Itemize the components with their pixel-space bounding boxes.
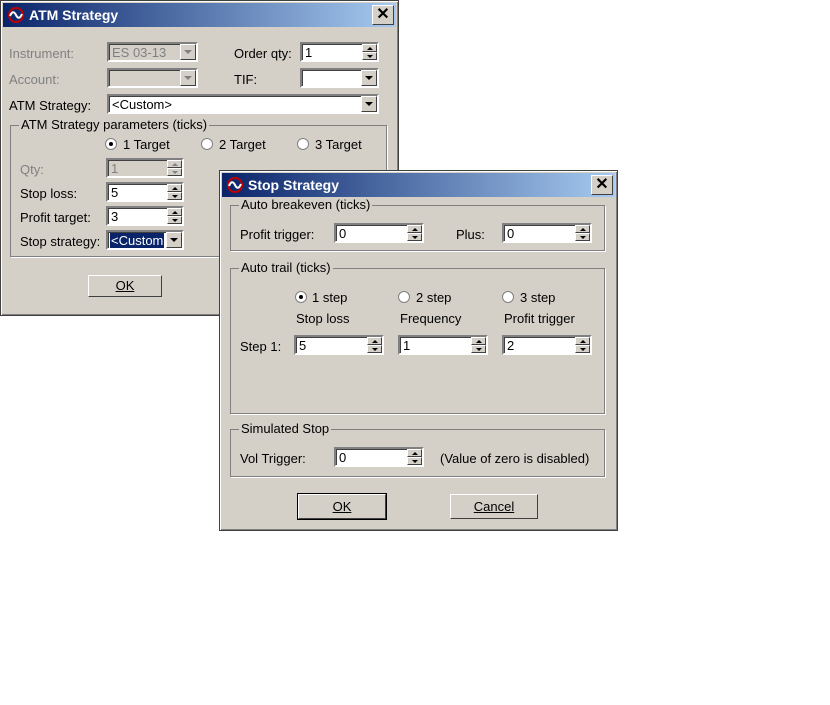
plus-value: 0 bbox=[507, 226, 515, 241]
step-3-radio[interactable] bbox=[502, 291, 514, 303]
stop-strategy-value: <Custom bbox=[110, 233, 165, 248]
atm-ok-label: OK bbox=[115, 278, 135, 293]
spin-arrows-icon[interactable] bbox=[167, 160, 182, 176]
vol-trigger-note: (Value of zero is disabled) bbox=[440, 451, 590, 466]
instrument-value: ES 03-13 bbox=[112, 45, 167, 60]
step-2-radio[interactable] bbox=[398, 291, 410, 303]
qty-stepper[interactable]: 1 bbox=[106, 158, 184, 178]
atm-ok-button[interactable]: OK bbox=[88, 275, 162, 297]
atm-strategy-value: <Custom> bbox=[112, 97, 172, 112]
step-3-option-label[interactable]: 3 step bbox=[520, 290, 555, 305]
atm-window-title: ATM Strategy bbox=[29, 7, 119, 23]
target-2-radio[interactable] bbox=[201, 138, 213, 150]
stop-ok-label: OK bbox=[332, 499, 352, 514]
step1-profit-trigger-value: 2 bbox=[507, 338, 515, 353]
target-1-label[interactable]: 1 Target bbox=[123, 137, 170, 152]
target-1-radio[interactable] bbox=[105, 138, 117, 150]
vol-trigger-label: Vol Trigger: bbox=[240, 451, 306, 466]
stop-loss-label: Stop loss: bbox=[20, 186, 78, 201]
spin-arrows-icon[interactable] bbox=[407, 449, 422, 465]
step1-frequency-stepper[interactable]: 1 bbox=[398, 335, 488, 355]
step1-stop-loss-stepper[interactable]: 5 bbox=[294, 335, 384, 355]
close-icon[interactable]: ✕ bbox=[591, 175, 613, 195]
spin-arrows-icon[interactable] bbox=[167, 208, 182, 224]
stop-ok-button[interactable]: OK bbox=[297, 493, 387, 520]
step-2-option-label[interactable]: 2 step bbox=[416, 290, 451, 305]
app-logo-icon bbox=[227, 177, 243, 193]
profit-trigger-stepper[interactable]: 0 bbox=[334, 223, 424, 243]
app-logo-icon bbox=[8, 7, 24, 23]
stop-title-bar[interactable]: Stop Strategy ✕ bbox=[222, 173, 615, 197]
account-label: Account: bbox=[9, 72, 60, 87]
spin-arrows-icon[interactable] bbox=[575, 337, 590, 353]
profit-target-label: Profit target: bbox=[20, 210, 91, 225]
stop-window-title: Stop Strategy bbox=[248, 177, 340, 193]
profit-trigger-label: Profit trigger: bbox=[240, 227, 315, 242]
chevron-down-icon[interactable] bbox=[361, 96, 377, 112]
stop-strategy-label: Stop strategy: bbox=[20, 234, 101, 249]
order-qty-stepper[interactable]: 1 bbox=[300, 42, 379, 62]
spin-arrows-icon[interactable] bbox=[471, 337, 486, 353]
profit-target-value: 3 bbox=[111, 209, 119, 224]
step-1-radio[interactable] bbox=[295, 291, 307, 303]
account-select[interactable] bbox=[107, 68, 198, 88]
stop-loss-stepper[interactable]: 5 bbox=[106, 182, 184, 202]
atm-title-bar[interactable]: ATM Strategy ✕ bbox=[3, 3, 396, 27]
order-qty-label: Order qty: bbox=[234, 46, 292, 61]
simulated-stop-title: Simulated Stop bbox=[239, 421, 332, 436]
profit-target-stepper[interactable]: 3 bbox=[106, 206, 184, 226]
stop-strategy-select[interactable]: <Custom bbox=[106, 230, 184, 250]
vol-trigger-value: 0 bbox=[339, 450, 347, 465]
target-2-label[interactable]: 2 Target bbox=[219, 137, 266, 152]
spin-arrows-icon[interactable] bbox=[407, 225, 422, 241]
qty-value: 1 bbox=[111, 161, 119, 176]
target-3-label[interactable]: 3 Target bbox=[315, 137, 362, 152]
chevron-down-icon[interactable] bbox=[361, 70, 377, 86]
instrument-label: Instrument: bbox=[9, 46, 75, 61]
chevron-down-icon[interactable] bbox=[180, 70, 196, 86]
chevron-down-icon[interactable] bbox=[180, 44, 196, 60]
vol-trigger-stepper[interactable]: 0 bbox=[334, 447, 424, 467]
atm-params-title: ATM Strategy parameters (ticks) bbox=[19, 117, 210, 132]
spin-arrows-icon[interactable] bbox=[362, 44, 377, 60]
step1-profit-trigger-stepper[interactable]: 2 bbox=[502, 335, 592, 355]
stop-cancel-label: Cancel bbox=[473, 499, 515, 514]
breakeven-title: Auto breakeven (ticks) bbox=[239, 197, 373, 212]
close-icon[interactable]: ✕ bbox=[372, 5, 394, 25]
stop-loss-value: 5 bbox=[111, 185, 119, 200]
stop-cancel-button[interactable]: Cancel bbox=[450, 494, 538, 519]
spin-arrows-icon[interactable] bbox=[575, 225, 590, 241]
stop-strategy-window: Stop Strategy ✕ Auto breakeven (ticks) P… bbox=[219, 170, 618, 531]
instrument-select[interactable]: ES 03-13 bbox=[107, 42, 198, 62]
step-1-row-label: Step 1: bbox=[240, 339, 282, 354]
plus-label: Plus: bbox=[456, 227, 485, 242]
qty-label: Qty: bbox=[20, 162, 44, 177]
spin-arrows-icon[interactable] bbox=[367, 337, 382, 353]
plus-stepper[interactable]: 0 bbox=[502, 223, 592, 243]
step1-stop-loss-value: 5 bbox=[299, 338, 307, 353]
autotrail-title: Auto trail (ticks) bbox=[239, 260, 333, 275]
step1-frequency-value: 1 bbox=[403, 338, 411, 353]
tif-select[interactable] bbox=[300, 68, 379, 88]
target-3-radio[interactable] bbox=[297, 138, 309, 150]
profit-trigger-value: 0 bbox=[339, 226, 347, 241]
col-stop-loss-header: Stop loss bbox=[296, 311, 350, 326]
atm-strategy-select[interactable]: <Custom> bbox=[107, 94, 379, 114]
chevron-down-icon[interactable] bbox=[166, 232, 182, 248]
step-1-option-label[interactable]: 1 step bbox=[312, 290, 347, 305]
atm-strategy-label: ATM Strategy: bbox=[9, 98, 92, 113]
col-frequency-header: Frequency bbox=[400, 311, 462, 326]
tif-label: TIF: bbox=[234, 72, 258, 87]
spin-arrows-icon[interactable] bbox=[167, 184, 182, 200]
order-qty-value: 1 bbox=[305, 45, 313, 60]
col-profit-trigger-header: Profit trigger bbox=[504, 311, 575, 326]
